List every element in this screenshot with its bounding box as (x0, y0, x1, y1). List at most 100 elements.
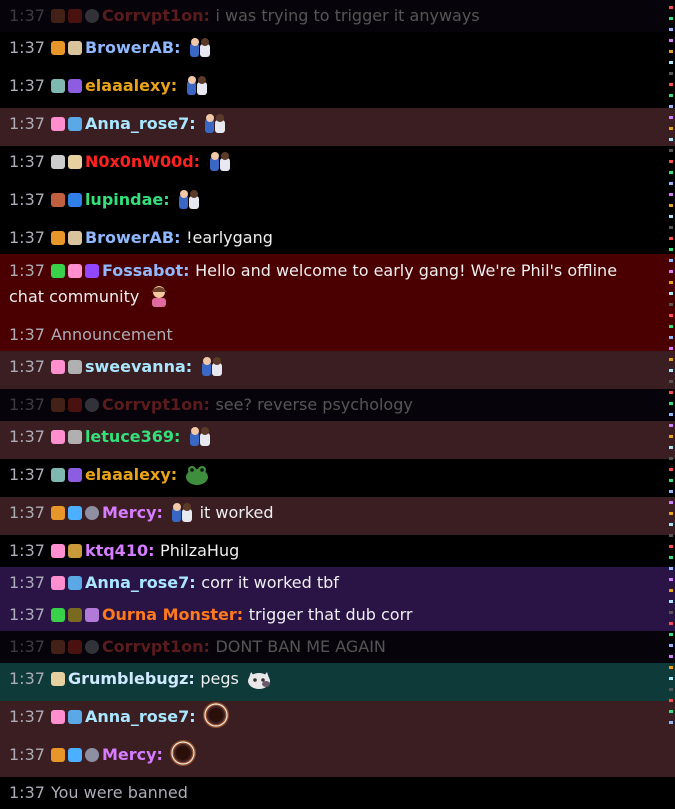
chat-username[interactable]: N0x0nW00d (85, 152, 194, 171)
chat-message[interactable]: 1:37 Fossabot: Hello and welcome to early… (0, 254, 675, 319)
frog-emote[interactable] (185, 464, 209, 497)
chat-badge-icon[interactable] (67, 640, 82, 654)
chat-badge-icon[interactable] (50, 544, 65, 558)
chat-badge-icon[interactable] (84, 506, 99, 520)
cat-emote[interactable] (246, 668, 272, 701)
ring-emote[interactable] (170, 740, 197, 777)
chat-username[interactable]: Mercy (102, 745, 157, 764)
chat-badge-icon[interactable] (67, 79, 82, 93)
chat-badge-icon[interactable] (67, 468, 82, 482)
chat-username[interactable]: sweevanna (85, 357, 186, 376)
chat-message[interactable]: 1:37 elaaalexy: (0, 459, 675, 497)
chat-message[interactable]: 1:37 N0x0nW00d: (0, 146, 675, 184)
chat-badge-icon[interactable] (50, 193, 65, 207)
hug-emote[interactable] (203, 113, 227, 146)
chat-message[interactable]: 1:37 sweevanna: (0, 351, 675, 389)
chat-badge-icon[interactable] (67, 41, 82, 55)
ring-emote[interactable] (203, 702, 230, 739)
chat-username[interactable]: Fossabot (102, 261, 183, 280)
chat-badge-icon[interactable] (50, 79, 65, 93)
chat-username[interactable]: elaaalexy (85, 465, 171, 484)
system-message[interactable]: 1:37 Announcement (0, 319, 675, 351)
chat-badge-icon[interactable] (67, 398, 82, 412)
chat-username[interactable]: Anna_rose7 (85, 707, 189, 726)
chat-badge-icon[interactable] (50, 608, 65, 622)
chat-message[interactable]: 1:37 BrowerAB: (0, 32, 675, 70)
chat-message[interactable]: 1:37 Ourna Monster: trigger that dub corr (0, 599, 675, 631)
chat-badge-icon[interactable] (50, 430, 65, 444)
chat-username[interactable]: Anna_rose7 (85, 114, 189, 133)
hug-emote[interactable] (200, 356, 224, 389)
pray-emote[interactable] (146, 284, 172, 316)
chat-badge-icon[interactable] (67, 430, 82, 444)
hug-emote[interactable] (185, 75, 209, 108)
chat-username[interactable]: Anna_rose7 (85, 573, 189, 592)
chat-badge-icon[interactable] (50, 360, 65, 374)
chat-username[interactable]: BrowerAB (85, 38, 174, 57)
chat-username[interactable]: Mercy (102, 503, 157, 522)
chat-message[interactable]: 1:37 letuce369: (0, 421, 675, 459)
chat-badge-icon[interactable] (84, 398, 99, 412)
chat-badge-icon[interactable] (50, 640, 65, 654)
chat-badge-icon[interactable] (50, 41, 65, 55)
chat-badge-icon[interactable] (50, 576, 65, 590)
chat-username[interactable]: ktq410 (85, 541, 148, 560)
chat-badge-icon[interactable] (50, 506, 65, 520)
chat-badge-icon[interactable] (50, 264, 65, 278)
chat-message[interactable]: 1:37 Anna_rose7: (0, 701, 675, 739)
chat-message[interactable]: 1:37 BrowerAB: !earlygang (0, 222, 675, 254)
chat-badge-icon[interactable] (50, 117, 65, 131)
chat-badge-icon[interactable] (67, 544, 82, 558)
chat-badge-icon[interactable] (50, 672, 65, 686)
chat-badge-icon[interactable] (67, 155, 82, 169)
system-message[interactable]: 1:37 You were banned (0, 777, 675, 809)
chat-message[interactable]: 1:37 Corrvpt1on: DONT BAN ME AGAIN (0, 631, 675, 663)
chat-message[interactable]: 1:37 Corrvpt1on: see? reverse psychology (0, 389, 675, 421)
chat-badge-icon[interactable] (67, 360, 82, 374)
chat-username[interactable]: lupindae (85, 190, 163, 209)
chat-username[interactable]: BrowerAB (85, 228, 174, 247)
chat-badge-icon[interactable] (50, 710, 65, 724)
chat-message[interactable]: 1:37 Corrvpt1on: i was trying to trigger … (0, 0, 675, 32)
chat-message[interactable]: 1:37 Mercy: (0, 739, 675, 777)
chat-badge-icon[interactable] (50, 748, 65, 762)
chat-message[interactable]: 1:37 Mercy: it worked (0, 497, 675, 535)
chat-message[interactable]: 1:37 Anna_rose7: corr it worked tbf (0, 567, 675, 599)
chat-username[interactable]: Grumblebugz (68, 669, 188, 688)
chat-badge-icon[interactable] (67, 608, 82, 622)
chat-username[interactable]: Corrvpt1on (102, 6, 204, 25)
chat-badge-icon[interactable] (50, 398, 65, 412)
chat-badge-icon[interactable] (84, 264, 99, 278)
chat-badge-icon[interactable] (84, 9, 99, 23)
chat-username[interactable]: Corrvpt1on (102, 637, 204, 656)
chat-badge-icon[interactable] (67, 506, 82, 520)
chat-username[interactable]: Corrvpt1on (102, 395, 204, 414)
chat-badge-icon[interactable] (84, 640, 99, 654)
chat-badge-icon[interactable] (50, 155, 65, 169)
hug-emote[interactable] (188, 37, 212, 70)
chat-message[interactable]: 1:37 ktq410: PhilzaHug (0, 535, 675, 567)
chat-message[interactable]: 1:37 Grumblebugz: pegs (0, 663, 675, 701)
chat-badge-icon[interactable] (84, 608, 99, 622)
chat-badge-icon[interactable] (67, 576, 82, 590)
chat-badge-icon[interactable] (50, 9, 65, 23)
chat-message[interactable]: 1:37 elaaalexy: (0, 70, 675, 108)
chat-badge-icon[interactable] (50, 468, 65, 482)
chat-badge-icon[interactable] (84, 748, 99, 762)
chat-message[interactable]: 1:37 Anna_rose7: (0, 108, 675, 146)
chat-badge-icon[interactable] (67, 117, 82, 131)
hug-emote[interactable] (170, 502, 194, 535)
chat-username[interactable]: Ourna Monster (102, 605, 237, 624)
chat-badge-icon[interactable] (67, 193, 82, 207)
chat-username[interactable]: letuce369 (85, 427, 174, 446)
chat-badge-icon[interactable] (67, 264, 82, 278)
hug-emote[interactable] (177, 189, 201, 222)
chat-badge-icon[interactable] (67, 710, 82, 724)
chat-badge-icon[interactable] (67, 9, 82, 23)
chat-badge-icon[interactable] (67, 748, 82, 762)
chat-badge-icon[interactable] (50, 231, 65, 245)
chat-message[interactable]: 1:37 lupindae: (0, 184, 675, 222)
hug-emote[interactable] (208, 151, 232, 184)
chat-username[interactable]: elaaalexy (85, 76, 171, 95)
hug-emote[interactable] (188, 426, 212, 459)
